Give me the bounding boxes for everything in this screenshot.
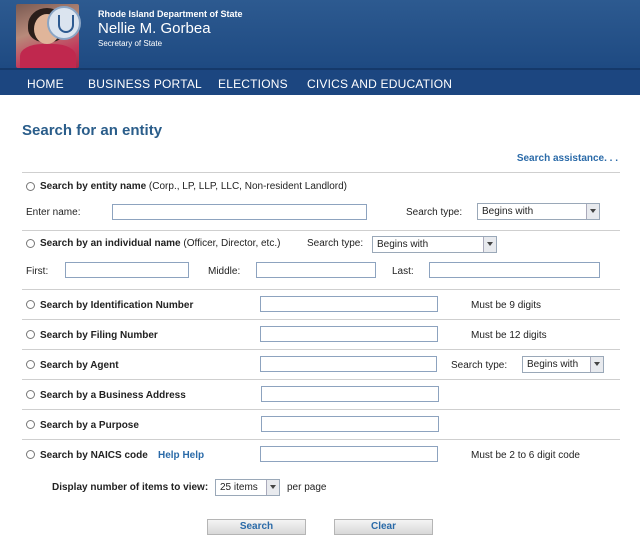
last-name-input[interactable] [429, 262, 600, 278]
main-nav: HOME BUSINESS PORTAL ELECTIONS CIVICS AN… [0, 68, 640, 95]
purpose-row: Search by a Purpose [22, 409, 620, 439]
purpose-label: Search by a Purpose [40, 420, 139, 431]
first-label: First: [26, 266, 49, 277]
agent-label: Search by Agent [40, 360, 119, 371]
entity-search-row: Search by entity name (Corp., LP, LLP, L… [22, 172, 620, 230]
agent-input[interactable] [260, 356, 437, 372]
agent-row: Search by Agent Search type: Begins with [22, 349, 620, 379]
entity-radio[interactable] [26, 182, 35, 191]
id-number-input[interactable] [260, 296, 438, 312]
naics-radio[interactable] [26, 450, 35, 459]
search-button[interactable]: Search [207, 519, 306, 535]
entity-label: Search by entity name (Corp., LP, LLP, L… [40, 181, 348, 192]
nav-civics-education[interactable]: CIVICS AND EDUCATION [307, 77, 452, 91]
middle-name-input[interactable] [256, 262, 376, 278]
address-input[interactable] [261, 386, 439, 402]
agent-radio[interactable] [26, 360, 35, 369]
state-seal-icon [47, 6, 81, 40]
first-name-input[interactable] [65, 262, 189, 278]
entity-search-type-label: Search type: [406, 207, 463, 218]
purpose-radio[interactable] [26, 420, 35, 429]
individual-radio[interactable] [26, 239, 35, 248]
filing-number-label: Search by Filing Number [40, 330, 158, 341]
enter-name-label: Enter name: [26, 207, 81, 218]
department-name: Rhode Island Department of State [98, 9, 243, 19]
id-number-hint: Must be 9 digits [471, 300, 542, 311]
chevron-down-icon [590, 357, 603, 372]
chevron-down-icon [266, 480, 279, 495]
agent-search-type-select[interactable]: Begins with [522, 356, 604, 373]
naics-row: Search by NAICS code Help Help Must be 2… [22, 439, 620, 471]
entity-search-type-select[interactable]: Begins with [477, 203, 600, 220]
id-number-label: Search by Identification Number [40, 300, 194, 311]
nav-elections[interactable]: ELECTIONS [218, 77, 288, 91]
agent-search-type-label: Search type: [451, 360, 508, 371]
last-label: Last: [392, 266, 414, 277]
address-label: Search by a Business Address [40, 390, 186, 401]
items-per-page-select[interactable]: 25 items [215, 479, 280, 496]
address-row: Search by a Business Address [22, 379, 620, 409]
id-number-radio[interactable] [26, 300, 35, 309]
secretary-title: Secretary of State [98, 39, 163, 48]
filing-number-hint: Must be 12 digits [471, 330, 547, 341]
naics-help-link[interactable]: Help Help [158, 450, 204, 461]
chevron-down-icon [586, 204, 599, 219]
nav-business-portal[interactable]: BUSINESS PORTAL [88, 77, 202, 91]
naics-hint: Must be 2 to 6 digit code [471, 450, 580, 461]
address-radio[interactable] [26, 390, 35, 399]
per-page-label: per page [287, 482, 327, 493]
individual-label: Search by an individual name (Officer, D… [40, 238, 281, 249]
clear-button[interactable]: Clear [334, 519, 433, 535]
site-header: Rhode Island Department of State Nellie … [0, 0, 640, 68]
entity-name-input[interactable] [112, 204, 367, 220]
id-number-row: Search by Identification Number Must be … [22, 289, 620, 319]
purpose-input[interactable] [261, 416, 439, 432]
filing-number-row: Search by Filing Number Must be 12 digit… [22, 319, 620, 349]
secretary-name: Nellie M. Gorbea [98, 20, 211, 37]
individual-search-row: Search by an individual name (Officer, D… [22, 230, 620, 289]
filing-number-input[interactable] [260, 326, 438, 342]
filing-number-radio[interactable] [26, 330, 35, 339]
middle-label: Middle: [208, 266, 241, 277]
page-title: Search for an entity [22, 122, 163, 139]
naics-input[interactable] [260, 446, 438, 462]
individual-search-type-label: Search type: [307, 238, 364, 249]
chevron-down-icon [483, 237, 496, 252]
display-items-label: Display number of items to view: [52, 482, 209, 493]
individual-search-type-select[interactable]: Begins with [372, 236, 497, 253]
nav-home[interactable]: HOME [27, 77, 64, 91]
search-assistance-link[interactable]: Search assistance. . . [517, 153, 618, 164]
naics-label: Search by NAICS code [40, 450, 148, 461]
